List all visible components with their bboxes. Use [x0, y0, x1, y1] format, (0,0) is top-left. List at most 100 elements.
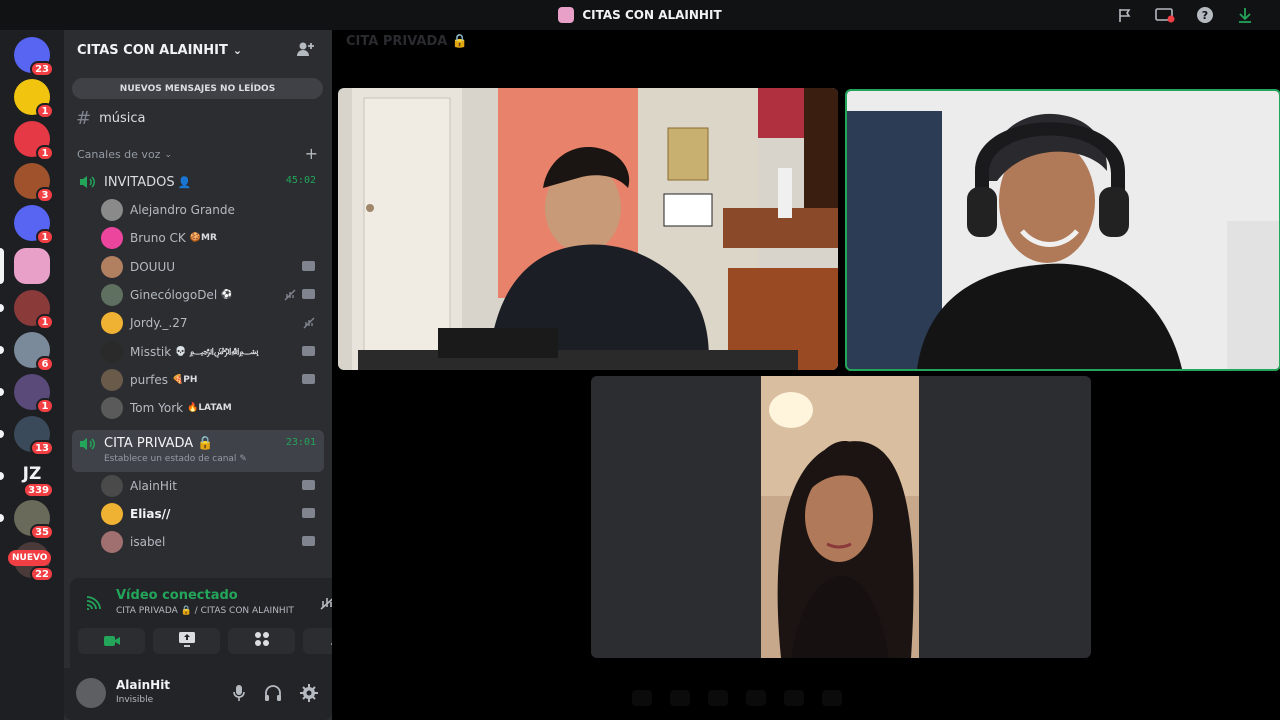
voice-user[interactable]: GinecólogoDel ⚽: [101, 283, 317, 307]
video-camera-icon: [302, 373, 315, 384]
voice-user[interactable]: DOUUU: [101, 255, 317, 279]
mention-badge: 1: [36, 103, 54, 119]
unread-messages-banner[interactable]: NUEVOS MENSAJES NO LEÍDOS: [72, 78, 323, 99]
guild-avatar-3[interactable]: 3: [14, 163, 54, 203]
help-icon[interactable]: ?: [1194, 5, 1216, 25]
gear-icon[interactable]: [300, 684, 318, 706]
deafened-icon: [284, 289, 296, 301]
flag-icon[interactable]: [1114, 5, 1136, 25]
video-camera-icon: [302, 536, 315, 546]
voice-user[interactable]: Alejandro Grande: [101, 198, 317, 222]
unread-pill: [0, 430, 4, 438]
camera-button[interactable]: [78, 628, 145, 654]
avatar: [101, 397, 123, 420]
add-channel-icon[interactable]: +: [305, 144, 318, 163]
voice-user-name: Misstik: [130, 344, 172, 359]
voice-channel-invitados[interactable]: INVITADOS 👤 45:02: [72, 168, 324, 196]
guild-direct-messages[interactable]: 23: [14, 37, 54, 77]
user-tag: 💀 ﷽: [175, 346, 259, 357]
microphone-icon[interactable]: [232, 684, 246, 706]
avatar: [101, 255, 123, 278]
user-tag: 🍪MR: [189, 233, 217, 244]
guild-avatar-11[interactable]: 35: [14, 500, 54, 540]
guild-discord-blue[interactable]: 1: [14, 205, 54, 245]
username[interactable]: AlainHit: [116, 678, 170, 692]
mention-badge: 1: [36, 229, 54, 245]
mention-badge: 339: [23, 482, 54, 498]
video-tile-participant-3[interactable]: [591, 376, 1091, 658]
voice-user-name: GinecólogoDel: [130, 287, 218, 302]
channel-timer: 23:01: [285, 437, 316, 448]
guild-avatar-9[interactable]: 13: [14, 416, 54, 456]
channel-status-prompt[interactable]: Establece un estado de canal ✎: [104, 454, 247, 464]
text-channel-musica[interactable]: # música: [76, 108, 146, 129]
unread-pill: [0, 388, 4, 396]
unread-pill: [0, 304, 4, 312]
guild-avatar-7[interactable]: 6: [14, 332, 54, 372]
guild-avatar-6[interactable]: 1: [14, 290, 54, 330]
webcam-image: [761, 376, 919, 658]
mention-badge: 23: [30, 61, 54, 77]
voice-user[interactable]: Jordy._.27: [101, 311, 317, 335]
mention-badge: 35: [30, 524, 54, 540]
voice-category[interactable]: Canales de voz ⌄: [77, 148, 172, 161]
voice-user[interactable]: Tom York 🔥LATAM: [101, 396, 317, 420]
voice-user[interactable]: Elias//: [101, 502, 317, 526]
voice-user[interactable]: purfes 🍕PH: [101, 368, 317, 392]
chevron-down-icon: ⌄: [164, 149, 172, 160]
mention-badge: 1: [36, 398, 54, 414]
signal-icon[interactable]: [84, 594, 104, 616]
voice-user[interactable]: AlainHit: [101, 474, 317, 498]
headphones-icon[interactable]: [264, 684, 282, 706]
category-label: Canales de voz: [77, 148, 161, 161]
guild-red-logo[interactable]: 1: [14, 121, 54, 161]
activities-button[interactable]: [228, 628, 295, 654]
mention-badge: 3: [36, 187, 54, 203]
avatar: [101, 283, 123, 306]
portrait-video: [761, 376, 919, 658]
guild-citas[interactable]: [14, 248, 50, 284]
voice-user-name: Alejandro Grande: [130, 203, 235, 217]
screen-share-button[interactable]: [153, 628, 220, 654]
voice-user[interactable]: Misstik 💀 ﷽: [101, 340, 317, 364]
download-icon[interactable]: [1234, 5, 1256, 25]
avatar[interactable]: [76, 678, 106, 708]
pencil-icon: ✎: [239, 454, 247, 464]
voice-user-name: Elias//: [130, 507, 171, 521]
mention-badge: 6: [36, 356, 54, 372]
video-camera-icon: [302, 288, 315, 299]
user-tag: 🍕PH: [172, 374, 198, 385]
server-name: CITAS CON ALAINHIT: [77, 42, 228, 58]
new-guild-badge[interactable]: NUEVO: [8, 550, 52, 566]
video-camera-icon: [302, 260, 315, 271]
voice-user-name: Bruno CK: [130, 231, 186, 246]
connection-location[interactable]: CITA PRIVADA 🔒 / CITAS CON ALAINHIT: [116, 606, 294, 616]
server-header[interactable]: CITAS CON ALAINHIT ⌄: [64, 30, 332, 70]
mention-badge: 13: [30, 440, 54, 456]
add-member-icon[interactable]: [296, 41, 314, 61]
user-tag: ⚽: [221, 289, 233, 300]
video-tile-participant-1[interactable]: [338, 88, 838, 370]
avatar: [101, 199, 123, 221]
avatar: [101, 475, 123, 497]
chevron-down-icon: ⌄: [232, 43, 243, 57]
voice-user-name: purfes: [130, 372, 169, 387]
call-controls-hidden: [632, 678, 1032, 718]
guild-jz[interactable]: JZ 339: [14, 458, 54, 498]
voice-user[interactable]: isabel: [101, 530, 317, 554]
video-camera-icon: [302, 480, 315, 490]
voice-channel-name: INVITADOS: [104, 174, 175, 190]
person-icon: 👤: [177, 175, 192, 189]
voice-channel-cita-privada[interactable]: CITA PRIVADA 🔒 23:01 Establece un estado…: [72, 430, 324, 472]
guild-ecuador[interactable]: 1: [14, 79, 54, 119]
avatar: [101, 227, 123, 250]
screen-share-icon[interactable]: [1154, 5, 1176, 25]
voice-user-name: Jordy._.27: [130, 316, 188, 331]
video-tile-participant-2-speaking[interactable]: [845, 89, 1280, 371]
voice-user[interactable]: Bruno CK 🍪MR: [101, 226, 317, 250]
voice-user-name: AlainHit: [130, 479, 177, 493]
channel-sidebar: CITAS CON ALAINHIT ⌄ NUEVOS MENSAJES NO …: [64, 30, 388, 720]
connection-status: Vídeo conectado: [116, 588, 238, 603]
webcam-image: [338, 88, 838, 370]
guild-avatar-8[interactable]: 1: [14, 374, 54, 414]
